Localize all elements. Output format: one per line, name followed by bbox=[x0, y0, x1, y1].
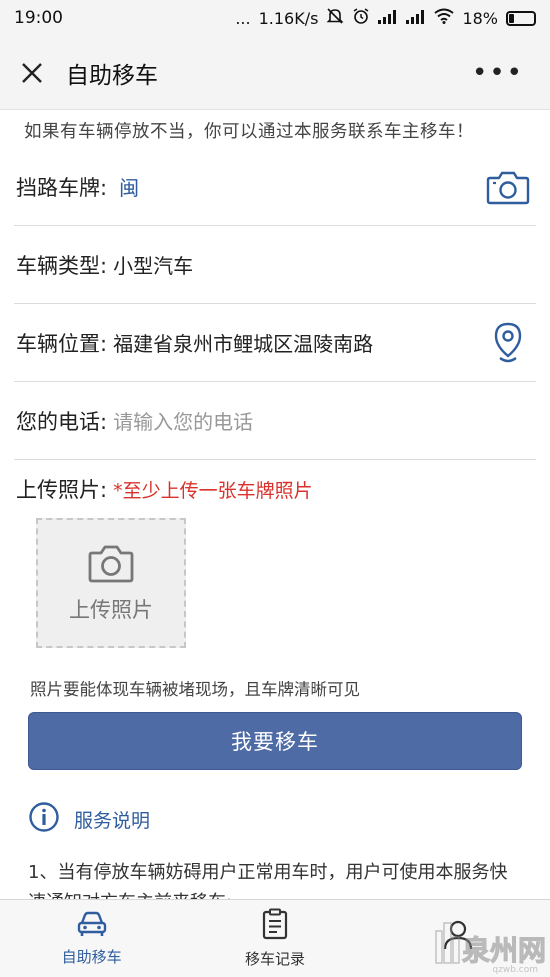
phone-row: 您的电话: 请输入您的电话 bbox=[14, 382, 536, 460]
vehicle-location-value[interactable]: 福建省泉州市鲤城区温陵南路 bbox=[113, 328, 480, 357]
upload-photo-button[interactable]: 上传照片 bbox=[36, 518, 186, 648]
camera-icon bbox=[87, 542, 135, 588]
camera-icon[interactable] bbox=[480, 169, 536, 205]
submit-button[interactable]: 我要移车 bbox=[28, 712, 522, 770]
building-logo-icon bbox=[434, 921, 462, 969]
upload-photo-label: 上传照片: bbox=[16, 478, 108, 502]
photo-tip: 照片要能体现车辆被堵现场，且车牌清晰可见 bbox=[30, 680, 360, 699]
page-title: 自助移车 bbox=[66, 62, 158, 89]
service-notice: 如果有车辆停放不当，你可以通过本服务联系车主移车！ bbox=[24, 122, 474, 142]
service-description-header: 服务说明 bbox=[0, 770, 550, 842]
car-icon bbox=[76, 910, 108, 942]
tab-self-service-move-label: 自助移车 bbox=[61, 948, 122, 966]
vehicle-type-row[interactable]: 车辆类型: 小型汽车 bbox=[14, 226, 536, 304]
battery-icon bbox=[506, 10, 536, 26]
location-pin-icon[interactable] bbox=[480, 322, 536, 364]
upload-photo-button-label: 上传照片 bbox=[69, 598, 153, 622]
watermark-url: qzwb.com bbox=[492, 965, 538, 975]
vehicle-location-row[interactable]: 车辆位置: 福建省泉州市鲤城区温陵南路 bbox=[14, 304, 536, 382]
vehicle-location-label: 车辆位置: bbox=[16, 331, 108, 356]
vehicle-type-value[interactable]: 小型汽车 bbox=[113, 250, 536, 279]
alarm-icon bbox=[352, 7, 370, 29]
more-menu-button[interactable]: ••• bbox=[464, 60, 532, 86]
status-time: 19:00 bbox=[14, 8, 63, 28]
plate-value[interactable]: 闽 bbox=[119, 172, 480, 201]
service-description-title: 服务说明 bbox=[74, 809, 151, 832]
upload-photo-header: 上传照片: *至少上传一张车牌照片 bbox=[14, 460, 536, 518]
status-indicators: ... 1.16K/s 18% bbox=[235, 7, 536, 29]
tab-move-records-label: 移车记录 bbox=[244, 950, 305, 968]
plate-label: 挡路车牌: bbox=[16, 175, 108, 200]
nav-bar: 自助移车 ••• bbox=[0, 36, 550, 110]
site-watermark: 泉州网 qzwb.com bbox=[434, 921, 547, 975]
signal-icon-1 bbox=[378, 9, 398, 28]
upload-requirement-note: *至少上传一张车牌照片 bbox=[113, 479, 313, 502]
status-dots: ... bbox=[235, 8, 251, 28]
clipboard-icon bbox=[261, 908, 289, 944]
phone-label: 您的电话: bbox=[16, 409, 108, 434]
phone-input[interactable]: 请输入您的电话 bbox=[113, 406, 536, 435]
tab-move-records[interactable]: 移车记录 bbox=[183, 900, 366, 977]
status-bar: 19:00 ... 1.16K/s 18% bbox=[0, 0, 550, 36]
network-speed: 1.16K/s bbox=[258, 8, 319, 28]
info-icon bbox=[28, 801, 60, 837]
wifi-icon bbox=[434, 8, 455, 28]
close-icon[interactable] bbox=[18, 59, 46, 87]
battery-percent: 18% bbox=[462, 8, 498, 28]
tab-self-service-move[interactable]: 自助移车 bbox=[0, 900, 183, 977]
mute-icon bbox=[326, 7, 344, 29]
signal-icon-2 bbox=[406, 9, 426, 28]
plate-row[interactable]: 挡路车牌: 闽 bbox=[14, 148, 536, 226]
watermark-text: 泉州网 bbox=[461, 934, 546, 968]
vehicle-type-label: 车辆类型: bbox=[16, 253, 108, 278]
